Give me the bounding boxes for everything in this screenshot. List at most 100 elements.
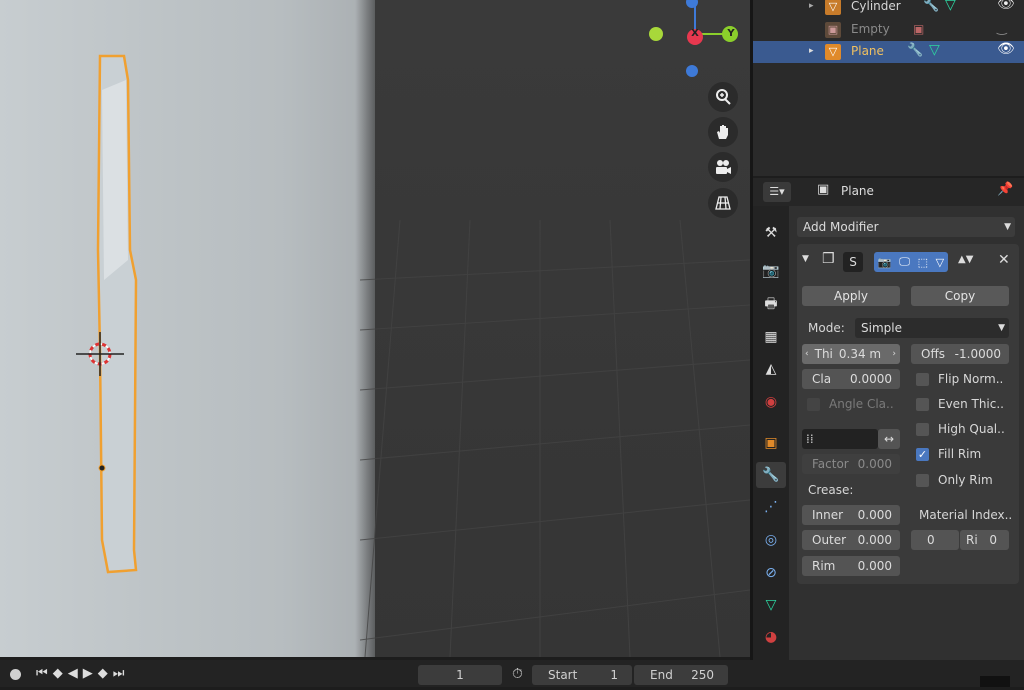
flip-normals-checkbox[interactable] <box>916 373 929 386</box>
even-thickness-label: Even Thic.. <box>938 397 1004 411</box>
physics-tab-icon[interactable]: ◎ <box>756 527 786 553</box>
perspective-grid-icon[interactable] <box>708 188 738 218</box>
mesh-data-icon: ▽ <box>929 42 940 58</box>
3d-cursor-icon <box>76 332 124 376</box>
expand-arrow-icon[interactable]: ▸ <box>809 1 814 11</box>
editor-type-dropdown[interactable]: ☰▾ <box>763 182 791 202</box>
modifier-tab-icon[interactable]: 🔧 <box>756 462 786 488</box>
constraints-tab-icon[interactable]: ⊘ <box>756 560 786 586</box>
thickness-field[interactable]: ‹ Thi 0.34 m › <box>802 344 900 364</box>
view-layer-tab-icon[interactable]: ▦ <box>756 324 786 350</box>
eye-closed-icon[interactable]: ‿ <box>997 21 1007 35</box>
rim-label: Rim <box>812 559 836 573</box>
object-tab-icon[interactable]: ▣ <box>756 430 786 456</box>
outliner-row-empty[interactable]: ▣ Empty ▣ ‿ <box>753 19 1024 41</box>
particles-tab-icon[interactable]: ⋰ <box>756 494 786 520</box>
navigation-gizmo[interactable] <box>640 0 750 85</box>
angle-clamp-checkbox[interactable] <box>807 398 820 411</box>
outliner-row-plane[interactable]: ▸ ▽ Plane 🔧 ▽ 👁 <box>753 41 1024 63</box>
decrement-arrow-icon[interactable]: ‹ <box>805 349 809 359</box>
increment-arrow-icon[interactable]: › <box>892 349 896 359</box>
material-rim-field[interactable]: Ri 0 <box>960 530 1009 550</box>
next-keyframe-icon[interactable]: ◆ <box>98 666 113 681</box>
modifier-visibility-toggles[interactable]: 📷 🖵 ⬚ ▽ <box>874 252 948 272</box>
play-icon[interactable]: ▶ <box>83 666 98 681</box>
scene-tab-icon[interactable]: ◭ <box>756 356 786 382</box>
even-thickness-checkbox[interactable] <box>916 398 929 411</box>
outliner-row-cylinder[interactable]: ▸ ▽ Cylinder 🔧 ▽ 👁 <box>753 0 1024 18</box>
rim-crease-field[interactable]: Rim 0.000 <box>802 556 900 576</box>
selected-plane-object[interactable] <box>90 50 150 580</box>
modifier-name: S <box>849 255 857 269</box>
outliner-item-label: Cylinder <box>851 0 901 13</box>
object-icon: ▣ <box>817 182 830 197</box>
outer-crease-field[interactable]: Outer 0.000 <box>802 530 900 550</box>
jump-start-icon[interactable]: ⏮ <box>36 666 53 681</box>
start-label: Start <box>548 668 578 682</box>
apply-button[interactable]: Apply <box>802 286 900 306</box>
clamp-field[interactable]: Cla 0.0000 <box>802 369 900 389</box>
modifier-name-field[interactable]: S <box>843 252 863 272</box>
pin-icon[interactable]: 📌 <box>997 182 1013 197</box>
camera-icon[interactable]: 📷 <box>878 256 892 269</box>
eye-icon[interactable]: 👁 <box>997 41 1015 57</box>
prev-keyframe-icon[interactable]: ◆ <box>53 666 68 681</box>
output-tab-icon[interactable]: 🖶 <box>756 292 786 318</box>
material-index-label: Material Index.. <box>919 508 1013 522</box>
invert-vertex-group-toggle[interactable]: ↔ <box>878 429 900 449</box>
object-name: Plane <box>841 184 874 198</box>
only-rim-checkbox[interactable] <box>916 474 929 487</box>
end-label: End <box>650 668 673 682</box>
zoom-icon[interactable] <box>708 82 738 112</box>
fill-rim-checkbox[interactable]: ✓ <box>916 448 929 461</box>
mesh-data-tab-icon[interactable]: ▽ <box>756 592 786 618</box>
inner-crease-field[interactable]: Inner 0.000 <box>802 505 900 525</box>
eye-icon[interactable]: 👁 <box>997 0 1015 12</box>
monitor-icon[interactable]: 🖵 <box>899 255 910 269</box>
add-modifier-label: Add Modifier <box>803 220 879 234</box>
thickness-label: Thi <box>814 347 833 361</box>
chevron-down-icon: ▼ <box>1004 222 1011 232</box>
mode-dropdown[interactable]: Simple ▼ <box>855 318 1009 338</box>
move-up-down-icon[interactable]: ▲▼ <box>958 254 973 265</box>
corner-widget <box>980 676 1010 687</box>
material-index-field[interactable]: 0 <box>911 530 959 550</box>
add-modifier-dropdown[interactable]: Add Modifier ▼ <box>797 217 1015 237</box>
play-reverse-icon[interactable]: ◀ <box>68 666 83 681</box>
mode-value: Simple <box>861 321 902 335</box>
offset-field[interactable]: Offs -1.0000 <box>911 344 1009 364</box>
3d-viewport[interactable]: X Y <box>0 0 750 657</box>
cage-icon[interactable]: ▽ <box>936 256 944 269</box>
factor-label: Factor <box>812 457 849 471</box>
stopwatch-icon[interactable]: ⏱ <box>512 666 523 682</box>
jump-end-icon[interactable]: ⏭ <box>113 666 130 681</box>
editmode-icon[interactable]: ⬚ <box>918 256 928 269</box>
close-icon[interactable]: ✕ <box>998 252 1010 268</box>
outer-label: Outer <box>812 533 847 547</box>
hand-icon[interactable] <box>708 117 738 147</box>
world-tab-icon[interactable]: ◉ <box>756 389 786 415</box>
tool-tab-icon[interactable]: ⚒ <box>756 220 786 246</box>
material-rim-label: Ri <box>966 533 978 547</box>
vertex-group-icon: ⁞⁞ <box>806 432 814 446</box>
expand-arrow-icon[interactable]: ▸ <box>809 46 814 56</box>
copy-button[interactable]: Copy <box>911 286 1009 306</box>
current-frame-field[interactable]: 1 <box>418 665 502 685</box>
flip-normals-label: Flip Norm.. <box>938 372 1004 386</box>
crease-label: Crease: <box>808 483 854 497</box>
camera-icon[interactable] <box>708 152 738 182</box>
factor-field: Factor 0.000 <box>802 454 900 474</box>
render-tab-icon[interactable]: 📷 <box>756 258 786 284</box>
mode-label: Mode: <box>808 321 845 335</box>
wall-surface <box>0 0 375 657</box>
collapse-arrow-icon[interactable]: ▼ <box>802 254 809 264</box>
start-frame-field[interactable]: Start 1 <box>532 665 632 685</box>
record-icon[interactable] <box>10 669 21 680</box>
end-frame-field[interactable]: End 250 <box>634 665 728 685</box>
material-tab-icon[interactable]: ◕ <box>756 624 786 650</box>
vertex-group-field[interactable]: ⁞⁞ <box>802 429 878 449</box>
playback-controls[interactable]: ⏮◆◀▶◆⏭ <box>36 666 129 681</box>
material-index-value: 0 <box>927 533 935 547</box>
high-quality-checkbox[interactable] <box>916 423 929 436</box>
chevron-down-icon: ▼ <box>998 323 1005 333</box>
